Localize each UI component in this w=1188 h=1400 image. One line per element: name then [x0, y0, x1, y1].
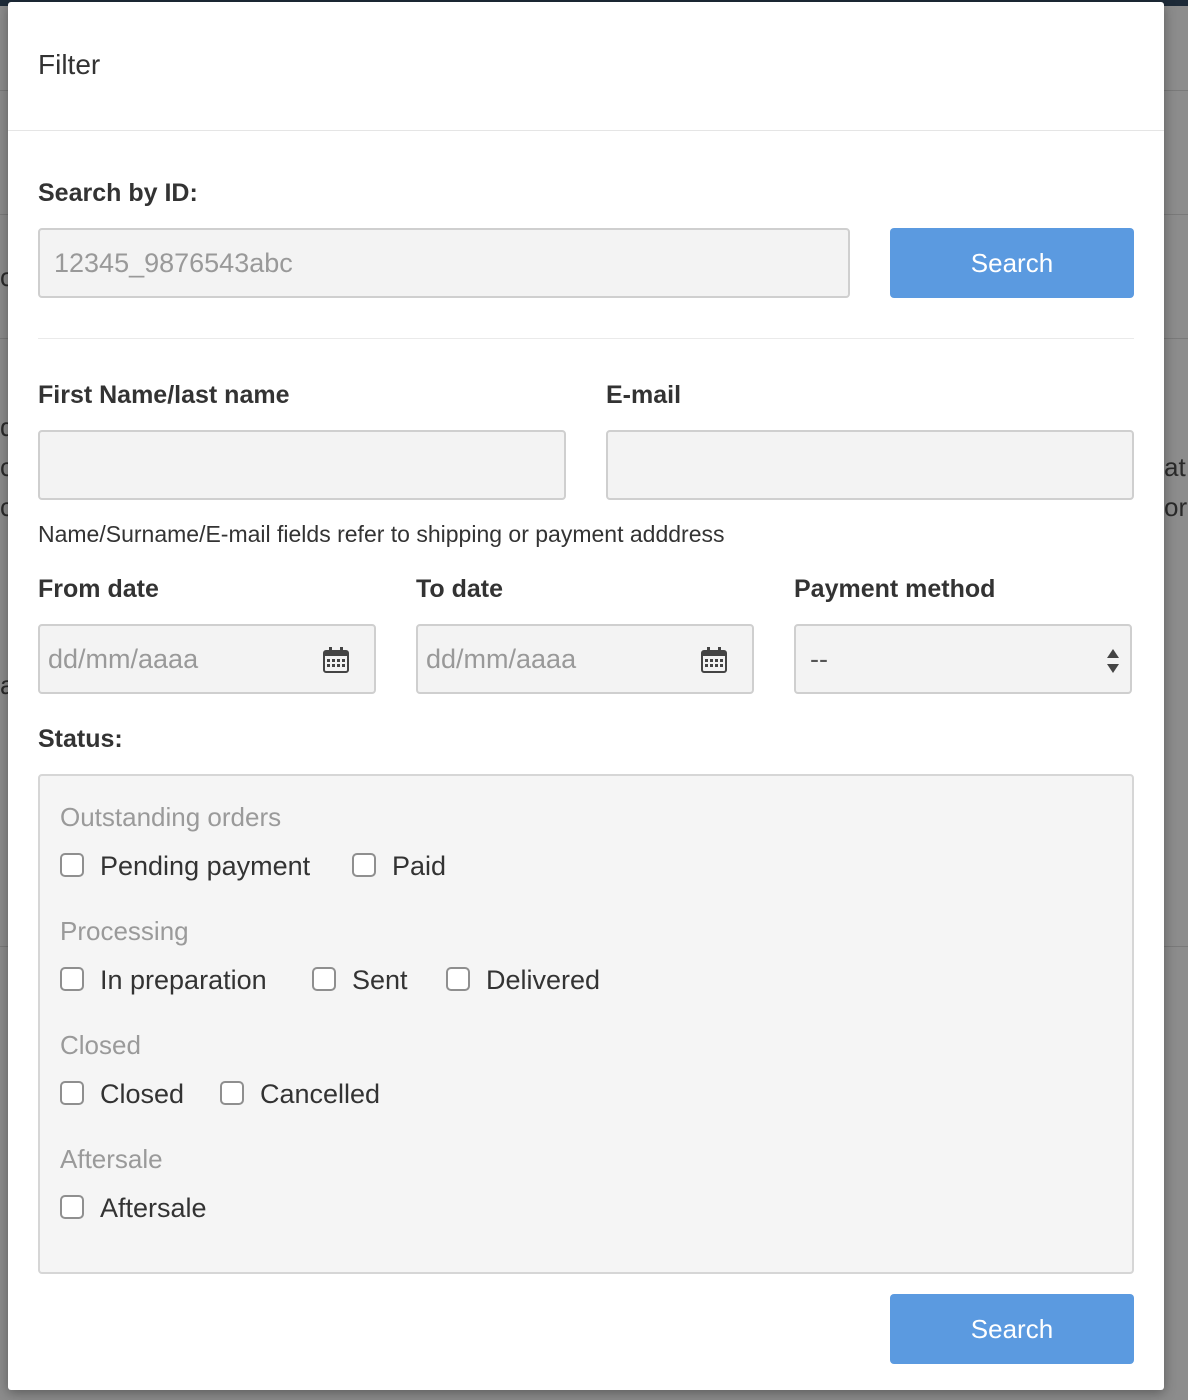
checkbox-label: Paid [392, 851, 447, 881]
status-panel: Outstanding orders Pending payment Paid … [38, 774, 1134, 1274]
checkbox-box[interactable] [446, 967, 470, 991]
email-input[interactable] [606, 430, 1134, 500]
filter-modal: Filter Search by ID: 12345_9876543abc Se… [8, 2, 1164, 1390]
status-group-title: Processing [60, 916, 189, 946]
status-group-title: Aftersale [60, 1144, 163, 1174]
checkbox-box[interactable] [60, 853, 84, 877]
status-group-title: Closed [60, 1030, 141, 1060]
checkbox-box[interactable] [312, 967, 336, 991]
email-field-label: E-mail [606, 381, 682, 409]
select-arrows-icon [1107, 649, 1119, 673]
search-button[interactable]: Search [890, 1294, 1134, 1364]
checkbox-label: In preparation [100, 965, 267, 995]
status-label: Status: [38, 725, 123, 753]
section-divider [38, 338, 1134, 339]
payment-method-label: Payment method [794, 575, 996, 603]
payment-method-value: -- [810, 644, 828, 674]
payment-method-select[interactable]: -- [794, 624, 1132, 694]
modal-title: Filter [38, 49, 101, 80]
calendar-icon[interactable] [322, 646, 350, 674]
status-group-title: Outstanding orders [60, 802, 282, 832]
checkbox-box[interactable] [220, 1081, 244, 1105]
background-text-fragment: at [1164, 452, 1186, 482]
to-date-placeholder: dd/mm/aaaa [426, 644, 577, 674]
name-field-label: First Name/last name [38, 381, 290, 409]
name-input[interactable] [38, 430, 566, 500]
checkbox-label: Delivered [486, 965, 601, 995]
background-text-fragment: or [1164, 492, 1188, 522]
search-by-id-label: Search by ID: [38, 179, 198, 207]
checkbox-box[interactable] [60, 1195, 84, 1219]
checkbox-label: Pending payment [100, 851, 311, 881]
checkbox-label: Aftersale [100, 1193, 207, 1223]
modal-header: Filter [8, 2, 1164, 131]
checkbox-box[interactable] [352, 853, 376, 877]
to-date-label: To date [416, 575, 504, 603]
checkbox-box[interactable] [60, 967, 84, 991]
search-id-button[interactable]: Search [890, 228, 1134, 298]
from-date-placeholder: dd/mm/aaaa [48, 644, 199, 674]
checkbox-label: Sent [352, 965, 408, 995]
search-id-input[interactable]: 12345_9876543abc [38, 228, 850, 298]
to-date-input[interactable]: dd/mm/aaaa [416, 624, 754, 694]
name-email-help-text: Name/Surname/E-mail fields refer to ship… [38, 521, 725, 547]
from-date-input[interactable]: dd/mm/aaaa [38, 624, 376, 694]
checkbox-label: Cancelled [260, 1079, 381, 1109]
checkbox-box[interactable] [60, 1081, 84, 1105]
calendar-icon[interactable] [700, 646, 728, 674]
checkbox-label: Closed [100, 1079, 185, 1109]
from-date-label: From date [38, 575, 159, 603]
